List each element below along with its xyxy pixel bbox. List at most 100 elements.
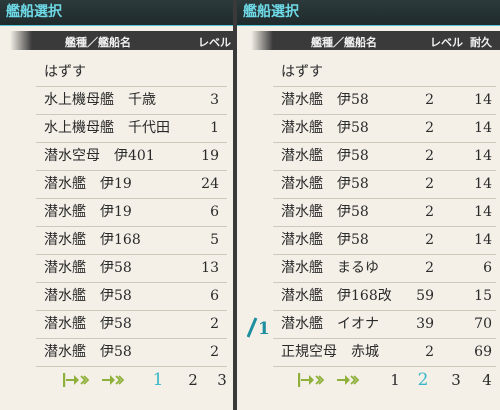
ship-row[interactable]: 潜水艦 伊168 5 [36,226,227,255]
ship-level: 13 [201,260,219,276]
list-header: 艦種／艦船名 レベル 耐久 [251,31,500,50]
ship-row[interactable]: 潜水艦 イオナ 39 70 [273,310,496,339]
ship-level: 39 [416,316,434,332]
ship-level: 2 [425,120,434,136]
ship-hp: 14 [474,176,492,192]
ship-name: 潜水艦 伊58 [281,92,369,108]
ship-name: 潜水艦 伊19 [44,204,132,220]
ship-name: 潜水艦 イオナ [281,316,379,332]
prev-page-button[interactable] [335,368,361,392]
ship-name: 正規空母 赤城 [281,344,379,360]
ship-name: 潜水艦 伊168改 [281,288,392,304]
ship-row[interactable]: 潜水艦 伊58 2 14 [273,198,496,227]
ship-level: 3 [210,92,219,108]
ship-name: 水上機母艦 千歳 [44,92,156,108]
page-4[interactable]: 4 [480,368,494,392]
header-name: 艦種／艦船名 [311,36,377,49]
ship-row[interactable]: 正規空母 赤城 2 69 [273,338,496,367]
ship-row[interactable]: 水上機母艦 千代田 1 [36,114,227,143]
page-3[interactable]: 3 [449,368,463,392]
first-page-button[interactable] [295,368,327,392]
ship-level: 5 [210,232,219,248]
ship-row[interactable]: 潜水艦 伊58 2 [36,310,227,339]
ship-hp: 69 [474,344,492,360]
header-name: 艦種／艦船名 [65,36,131,49]
page-1[interactable]: 1 [151,368,165,392]
ship-level: 2 [425,148,434,164]
ship-level: 19 [201,148,219,164]
ship-name: 潜水艦 伊58 [44,316,132,332]
ship-name: 潜水艦 伊58 [281,148,369,164]
ship-hp: 14 [474,232,492,248]
ship-level: 6 [210,288,219,304]
header-hp: 耐久 [470,36,492,49]
ship-row[interactable]: 潜水艦 まるゆ 2 6 [273,254,496,283]
arrow-prev-icon [337,375,360,385]
panel-title: 艦船選択 [0,0,233,26]
remove-label: はずす [44,64,86,80]
page-2[interactable]: 2 [416,368,430,392]
header-level: レベル [198,36,231,49]
ship-level: 2 [425,92,434,108]
ship-name: 潜水艦 伊19 [44,176,132,192]
ship-level: 59 [416,288,434,304]
ship-level: 1 [210,120,219,136]
ship-row[interactable]: 潜水艦 伊168改 59 15 [273,282,496,311]
remove-label: はずす [281,64,323,80]
ship-level: 2 [210,344,219,360]
ship-row[interactable]: 潜水艦 伊58 2 14 [273,170,496,199]
ship-hp: 14 [474,120,492,136]
ship-row[interactable]: 水上機母艦 千歳 3 [36,86,227,115]
ship-row[interactable]: 潜水艦 伊19 24 [36,170,227,199]
first-page-button[interactable] [60,368,92,392]
ship-row[interactable]: 潜水艦 伊58 13 [36,254,227,283]
ship-select-panel-left: 艦船選択 艦種／艦船名 レベル はずす 水上機母艦 千歳 3 水上機母艦 千代田 1 潜… [0,0,233,410]
ship-name: 潜水艦 伊58 [281,120,369,136]
header-level: レベル [430,36,463,49]
fleet-marker-number: 1 [258,319,270,338]
ship-hp: 70 [474,316,492,332]
ship-hp: 14 [474,92,492,108]
ship-row[interactable]: 潜水艦 伊58 2 14 [273,226,496,255]
arrow-first-icon [63,373,90,387]
panel-title: 艦船選択 [237,0,500,26]
ship-name: 水上機母艦 千代田 [44,120,170,136]
ship-level: 24 [201,176,219,192]
ship-select-panel-right: 艦船選択 艦種／艦船名 レベル 耐久 はずす 潜水艦 伊58 2 14 潜水艦 伊58… [237,0,500,410]
remove-ship-row[interactable]: はずす [36,58,227,87]
ship-name: 潜水艦 伊58 [281,232,369,248]
ship-level: 6 [210,204,219,220]
fleet-flag-icon: 1 [246,317,270,339]
ship-row[interactable]: 潜水艦 伊58 6 [36,282,227,311]
ship-hp: 14 [474,148,492,164]
fleet-marker: 1 [246,316,271,339]
pagination: 1 2 3 [60,368,230,392]
ship-row[interactable]: 潜水空母 伊401 19 [36,142,227,171]
ship-row[interactable]: 潜水艦 伊19 6 [36,198,227,227]
page-3[interactable]: 3 [215,368,229,392]
ship-row[interactable]: 潜水艦 伊58 2 [36,338,227,367]
ship-level: 2 [425,204,434,220]
ship-level: 2 [210,316,219,332]
remove-ship-row[interactable]: はずす [273,58,496,87]
prev-page-button[interactable] [100,368,126,392]
ship-name: 潜水艦 まるゆ [281,260,379,276]
ship-name: 潜水艦 伊58 [44,288,132,304]
ship-row[interactable]: 潜水艦 伊58 2 14 [273,114,496,143]
page-1[interactable]: 1 [388,368,402,392]
ship-name: 潜水艦 伊168 [44,232,141,248]
ship-hp: 14 [474,204,492,220]
ship-level: 2 [425,232,434,248]
list-header: 艦種／艦船名 レベル [10,31,233,50]
ship-level: 2 [425,260,434,276]
ship-hp: 6 [483,260,492,276]
ship-row[interactable]: 潜水艦 伊58 2 14 [273,86,496,115]
ship-name: 潜水艦 伊58 [281,176,369,192]
ship-level: 2 [425,344,434,360]
ship-name: 潜水艦 伊58 [281,204,369,220]
page-2[interactable]: 2 [186,368,200,392]
ship-level: 2 [425,176,434,192]
ship-row[interactable]: 潜水艦 伊58 2 14 [273,142,496,171]
arrow-first-icon [298,373,325,387]
ship-name: 潜水空母 伊401 [44,148,155,164]
